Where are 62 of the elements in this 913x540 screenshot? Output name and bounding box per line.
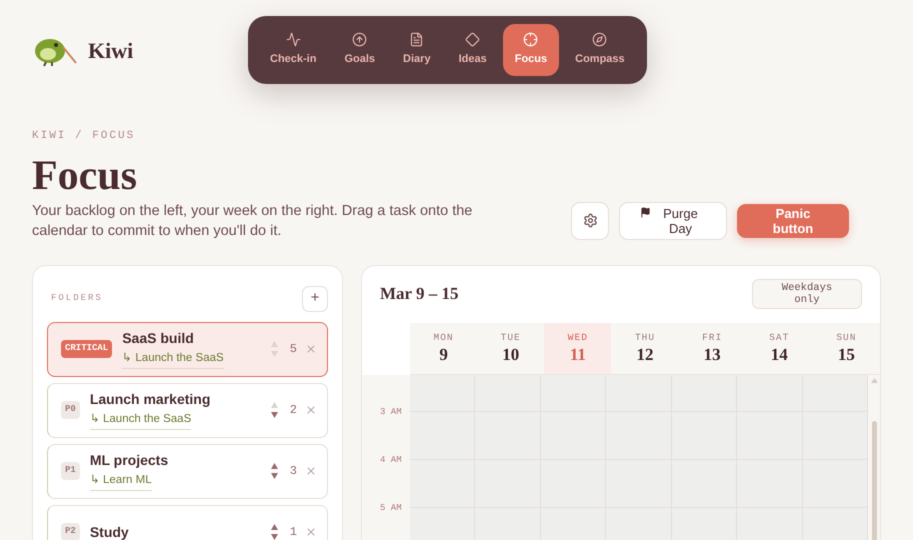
brand-name: Kiwi: [88, 36, 134, 64]
goal-link[interactable]: ↳ Launch the SaaS: [122, 350, 224, 369]
hour-label: 4 AM: [379, 454, 403, 466]
folders-heading: FOLDERS: [51, 292, 103, 305]
folder-name: ML projects: [90, 451, 168, 470]
folder-name: Study: [90, 523, 129, 540]
scrollbar[interactable]: [868, 374, 880, 540]
priority-badge: P2: [61, 523, 80, 540]
document-icon: [409, 32, 424, 48]
pulse-icon: [286, 32, 301, 48]
folder-card[interactable]: P1 ML projects ↳ Learn ML 3: [47, 444, 328, 498]
nav-tab[interactable]: Compass: [563, 24, 637, 76]
folder-name: Launch marketing: [90, 390, 210, 408]
remove-icon[interactable]: [305, 343, 317, 355]
move-down-arrow[interactable]: [270, 534, 278, 540]
remove-icon[interactable]: [305, 526, 317, 538]
day-header[interactable]: FRI 13: [678, 322, 746, 374]
move-up-arrow[interactable]: [270, 524, 278, 530]
task-count: 2: [290, 402, 297, 419]
move-down-arrow[interactable]: [270, 412, 278, 418]
goal-link[interactable]: ↳ Learn ML: [90, 472, 152, 491]
folder-name: SaaS build: [122, 329, 194, 348]
weekdays-only-toggle[interactable]: Weekdays only: [752, 279, 862, 309]
folder-card[interactable]: P2 Study 1: [47, 504, 328, 540]
diamond-icon: [465, 32, 480, 48]
week-range: Mar 9 – 15: [380, 283, 459, 306]
task-count: 5: [290, 341, 297, 358]
folder-card[interactable]: CRITICAL SaaS build ↳ Launch the SaaS 5: [47, 322, 328, 376]
priority-badge: P0: [61, 401, 80, 419]
move-down-arrow[interactable]: [270, 473, 278, 479]
settings-button[interactable]: [571, 202, 609, 240]
folder-card[interactable]: P0 Launch marketing ↳ Launch the SaaS 2: [47, 382, 328, 438]
task-count: 1: [290, 524, 297, 540]
scroll-up-arrow[interactable]: [870, 378, 878, 382]
day-header[interactable]: SUN 15: [812, 322, 880, 374]
nav-tab[interactable]: Diary: [391, 24, 443, 76]
hour-label: 5 AM: [379, 502, 403, 514]
page-description: Your backlog on the left, your week on the right. Drag a task onto the calendar to commit to when you'll do it.: [32, 202, 474, 240]
day-header[interactable]: SAT 14: [746, 322, 813, 374]
remove-icon[interactable]: [305, 404, 317, 416]
arrow-up-circle-icon: [352, 32, 368, 48]
compass-icon: [592, 32, 608, 48]
day-header[interactable]: TUE 10: [477, 322, 544, 374]
nav-tab[interactable]: Check-in: [258, 24, 328, 76]
crosshair-icon: [523, 32, 538, 48]
flag-icon: [640, 206, 651, 218]
settings-icon: [582, 213, 598, 228]
move-up-arrow[interactable]: [270, 463, 278, 469]
remove-icon[interactable]: [305, 465, 317, 477]
priority-badge: P1: [61, 462, 80, 480]
breadcrumb: KIWI / FOCUS: [32, 129, 136, 144]
nav-tab[interactable]: Goals: [332, 24, 388, 76]
nav-tab[interactable]: Ideas: [446, 24, 499, 76]
purge-day-button[interactable]: Purge Day: [619, 202, 727, 240]
day-header[interactable]: MON 9: [410, 322, 478, 374]
page-title: Focus: [32, 152, 137, 200]
goal-link[interactable]: ↳ Launch the SaaS: [90, 411, 192, 430]
task-count: 3: [290, 463, 297, 480]
priority-badge: CRITICAL: [61, 340, 112, 358]
day-header[interactable]: THU 12: [611, 322, 679, 374]
hour-label: 3 AM: [379, 406, 403, 418]
add-folder-button[interactable]: +: [302, 286, 328, 312]
